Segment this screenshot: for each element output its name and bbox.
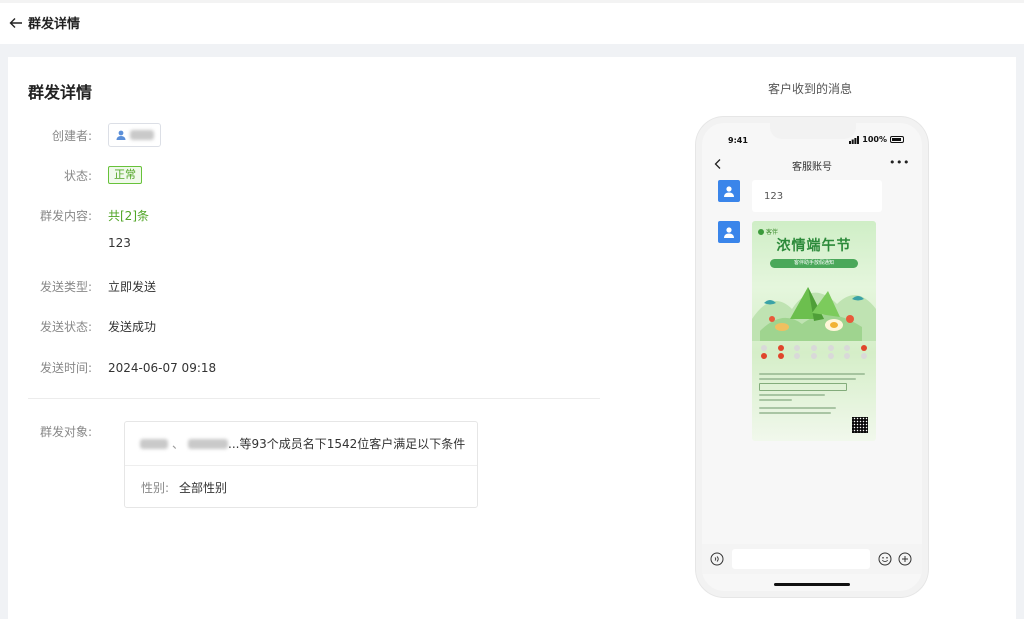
condition-value: 全部性别 (179, 480, 228, 495)
page-title: 群发详情 (28, 83, 93, 102)
voice-icon[interactable] (710, 552, 724, 566)
poster-subtitle: 客伴助手放假通知 (770, 259, 858, 268)
target-condition: 性别: 全部性别 (125, 466, 477, 508)
send-time-row: 发送时间: 2024-06-07 09:18 (8, 359, 216, 376)
emoji-icon[interactable] (878, 552, 892, 566)
person-icon (116, 130, 126, 140)
creator-label: 创建者: (51, 128, 92, 143)
send-status-label: 发送状态: (39, 320, 92, 334)
target-label-row: 群发对象: (8, 423, 108, 440)
chat-nav-bar: 客服账号 ••• (702, 155, 922, 177)
status-label: 状态: (63, 168, 92, 183)
target-box: 、 ...等93个成员名下1542位客户满足以下条件 性别: 全部性别 (124, 421, 478, 508)
status-badge: 正常 (108, 166, 142, 184)
send-type-label: 发送类型: (39, 280, 92, 294)
chat-input[interactable] (732, 549, 870, 569)
content-label: 群发内容: (39, 209, 92, 223)
home-indicator (774, 583, 850, 586)
creator-name-redacted (130, 130, 154, 140)
send-type-value: 立即发送 (108, 280, 157, 294)
person-icon (724, 186, 734, 197)
send-status-row: 发送状态: 发送成功 (8, 318, 156, 335)
content-count-link[interactable]: 共[2]条 (108, 207, 149, 224)
detail-card: 群发详情 创建者: 状态: 正常 群发内容: 共[2]条 123 发送类型: 立… (8, 57, 1016, 619)
plus-icon[interactable] (898, 552, 912, 566)
condition-key: 性别: (141, 480, 170, 495)
phone-notch (770, 123, 856, 139)
qr-code (852, 417, 868, 433)
send-time-value: 2024-06-07 09:18 (108, 360, 217, 375)
signal-icon (849, 135, 860, 144)
section-divider (28, 398, 600, 399)
send-time-label: 发送时间: (39, 361, 92, 375)
content-text-row: 123 (8, 236, 131, 250)
poster-body-text (759, 373, 869, 417)
member-name-redacted (140, 438, 168, 449)
message-bubble-text: 123 (752, 180, 882, 212)
creator-row: 创建者: (8, 123, 161, 147)
status-time: 9:41 (728, 136, 748, 145)
more-icon[interactable]: ••• (889, 156, 910, 169)
status-row: 状态: 正常 (8, 166, 142, 184)
page-header-title: 群发详情 (28, 17, 81, 32)
poster-title: 浓情端午节 (776, 238, 852, 254)
name-separator: 、 (172, 437, 185, 451)
avatar (718, 180, 740, 202)
member-name-redacted (188, 438, 229, 449)
target-summary: 、 ...等93个成员名下1542位客户满足以下条件 (125, 422, 477, 466)
person-icon (724, 227, 734, 238)
calendar-strip (758, 343, 870, 363)
phone-preview: 9:41 100% 客服账号 ••• 123 客伴 浓情端午节 客伴助手放假通知 (696, 117, 928, 597)
heart-icon (758, 228, 764, 235)
arrow-left-icon (9, 17, 22, 28)
creator-tag (108, 123, 161, 147)
zongzi-illustration (752, 287, 876, 341)
chat-input-bar (702, 544, 922, 574)
preview-label: 客户收到的消息 (768, 82, 853, 96)
content-row: 群发内容: 共[2]条 (8, 207, 149, 224)
send-status-value: 发送成功 (108, 320, 157, 334)
battery-icon (890, 136, 904, 143)
avatar (718, 221, 740, 243)
send-type-row: 发送类型: 立即发送 (8, 278, 156, 295)
battery-percent: 100% (862, 135, 887, 144)
back-button[interactable]: 群发详情 (8, 13, 80, 32)
content-text: 123 (108, 236, 131, 250)
status-indicators: 100% (849, 135, 904, 144)
top-bar: 群发详情 (0, 0, 1024, 44)
message-bubble-image[interactable]: 客伴 浓情端午节 客伴助手放假通知 (752, 221, 876, 441)
target-label: 群发对象: (39, 425, 92, 439)
target-summary-text: ...等93个成员名下1542位客户满足以下条件 (228, 437, 466, 451)
